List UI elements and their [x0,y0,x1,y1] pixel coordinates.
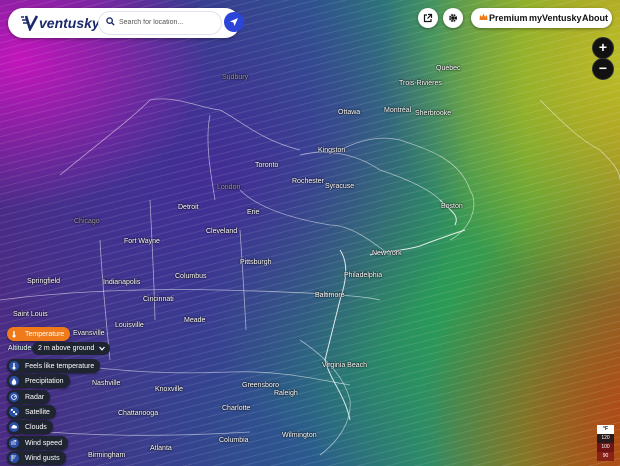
zoom-out-button[interactable]: − [592,58,614,80]
city-springfield: Springfield [27,278,61,285]
city-virginia-beach: Virginia Beach [322,362,368,369]
city-boston: Boston [441,203,463,210]
legend-value: 100 [597,443,614,452]
drop-icon [9,376,19,386]
gear-icon [449,14,457,22]
city-new-york: New York [372,250,402,257]
chevron-down-icon [99,346,105,351]
city-greensboro: Greensboro [242,382,279,389]
thermometer-icon [9,329,19,339]
wind-icon [9,438,19,448]
radar-icon [9,392,19,402]
city-knoxville: Knoxville [155,386,184,393]
thermometer-icon [9,361,19,371]
city-rochester: Rochester [292,178,324,185]
zoom-in-button[interactable]: + [592,37,614,59]
city-fort-wayne: Fort Wayne [124,238,160,245]
city-cincinnati: Cincinnati [143,296,174,303]
legend-unit[interactable]: °F [597,425,614,434]
layer-feels-like[interactable]: Feels like temperature [7,359,101,373]
altitude-label: Altitude [8,345,32,352]
city-columbus: Columbus [175,273,207,280]
city-baltimore: Baltimore [315,292,345,299]
layer-radar[interactable]: Radar [7,390,51,404]
city-columbia: Columbia [219,437,249,444]
layer-clouds-label: Clouds [25,423,47,431]
settings-button[interactable] [443,8,463,28]
layer-feels-like-label: Feels like temperature [25,362,95,370]
external-link-icon [423,13,433,23]
city-pittsburgh: Pittsburgh [240,259,272,266]
layer-satellite[interactable]: Satellite [7,405,56,419]
city-philadelphia: Philadelphia [344,272,383,279]
altitude-value: 2 m above ground [38,345,95,352]
layer-wind-speed-label: Wind speed [25,439,62,447]
city-atlanta: Atlanta [150,445,172,452]
top-search-bar: ventusky [8,8,244,38]
city-charlotte: Charlotte [222,405,251,412]
layer-temperature[interactable]: Temperature [7,327,71,341]
city-indianapolis: Indianapolis [103,279,141,286]
my-ventusky-link[interactable]: myVentusky [529,13,582,23]
city-quebec: Québec [436,65,461,72]
city-ottawa: Ottawa [338,109,361,116]
temperature-legend: °F 120 100 90 [597,425,614,461]
city-chattanooga: Chattanooga [118,410,159,417]
gust-icon [9,453,19,463]
city-birmingham: Birmingham [88,452,126,459]
city-raleigh: Raleigh [274,390,298,397]
layer-satellite-label: Satellite [25,408,50,416]
layer-clouds[interactable]: Clouds [7,420,53,434]
city-erie: Erie [247,209,260,216]
layer-wind-gusts-label: Wind gusts [25,454,60,462]
layer-temperature-label: Temperature [25,330,65,338]
city-syracuse: Syracuse [325,183,355,190]
weather-map[interactable]: Sudbury Trois-Rivières Québec Montréal O… [0,0,620,466]
search-input[interactable] [119,15,215,29]
ventusky-logo[interactable]: ventusky [20,14,100,32]
city-detroit: Detroit [178,204,199,211]
city-wilmington: Wilmington [282,432,317,439]
search-box[interactable] [98,11,222,35]
layer-wind-speed[interactable]: Wind speed [7,436,68,450]
layer-wind-gusts[interactable]: Wind gusts [7,451,66,465]
satellite-icon [9,407,19,417]
city-sudbury: Sudbury [222,74,249,81]
legend-value: 90 [597,452,614,461]
city-louisville: Louisville [115,322,144,329]
about-link[interactable]: About [582,13,608,23]
city-cleveland: Cleveland [206,228,238,235]
map-borders [0,98,620,456]
city-montreal: Montréal [384,107,412,114]
ventusky-logo-icon [21,15,38,31]
logo-text: ventusky [39,15,100,31]
city-london: London [217,184,241,191]
layer-radar-label: Radar [25,393,45,401]
premium-link[interactable]: Premium [489,13,528,23]
share-button[interactable] [418,8,438,28]
city-evansville: Evansville [73,330,105,337]
locate-button[interactable] [224,12,244,32]
cloud-icon [9,422,19,432]
layer-precipitation-label: Precipitation [25,377,64,385]
city-toronto: Toronto [255,162,279,169]
legend-value: 120 [597,434,614,443]
city-nashville: Nashville [92,380,121,387]
city-chicago: Chicago [74,218,100,225]
account-bar: Premium myVentusky About [471,8,612,28]
layer-precipitation[interactable]: Precipitation [7,374,70,388]
city-st-louis: Saint Louis [13,311,48,318]
city-trois-rivieres: Trois-Rivières [399,80,442,87]
city-meade: Meade [184,317,206,324]
navigation-arrow-icon [230,18,238,26]
city-sherbrooke: Sherbrooke [415,110,452,117]
city-kingston: Kingston [318,147,346,154]
altitude-select[interactable]: 2 m above ground [32,342,110,355]
crown-icon [479,13,488,20]
search-icon [106,17,115,26]
